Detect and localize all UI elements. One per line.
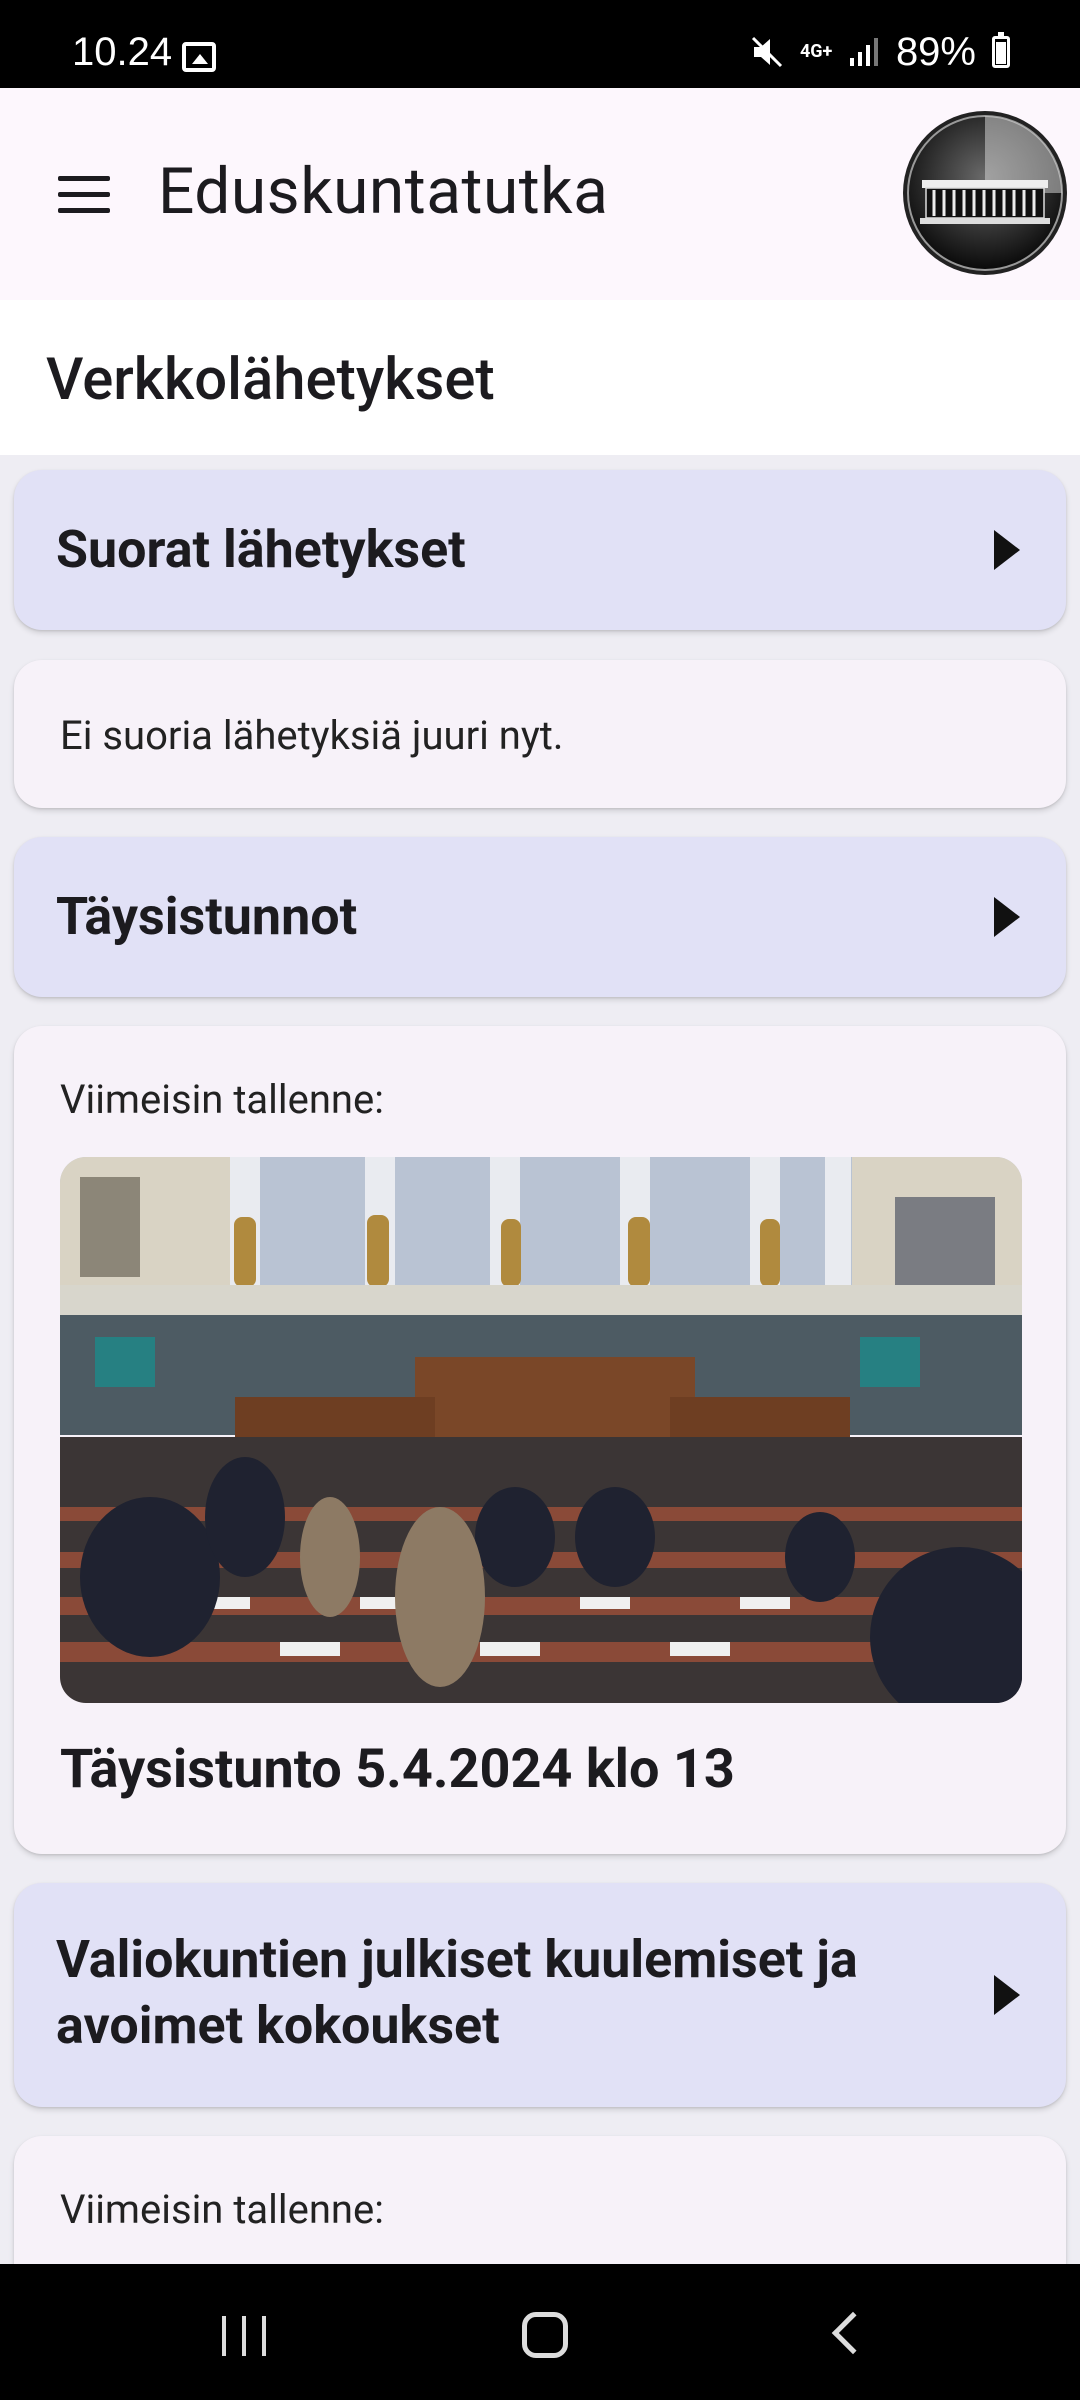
play-arrow-icon — [994, 897, 1020, 937]
recent-apps-icon[interactable] — [222, 2316, 266, 2356]
parliament-logo-icon[interactable] — [900, 108, 1070, 278]
hamburger-menu-icon[interactable] — [58, 176, 110, 213]
section-title-plenary: Täysistunnot — [56, 886, 358, 947]
back-icon[interactable] — [831, 2311, 875, 2355]
app-bar: Eduskuntatutka — [0, 88, 1080, 300]
battery-percentage: 89% — [895, 29, 976, 74]
recording-thumbnail[interactable] — [60, 1157, 1022, 1703]
section-header-live[interactable]: Suorat lähetykset — [14, 470, 1066, 630]
signal-strength-icon — [849, 38, 878, 66]
play-arrow-icon — [994, 1975, 1020, 2015]
latest-recording-label: Viimeisin tallenne: — [60, 2186, 384, 2233]
status-bar: 10.24 4G+ 89% — [0, 0, 1080, 88]
status-icons: 4G+ 89% — [750, 29, 1010, 74]
app-title: Eduskuntatutka — [158, 154, 609, 229]
battery-icon — [992, 32, 1010, 68]
section-header-committees[interactable]: Valiokuntien julkiset kuulemiset ja avoi… — [14, 1883, 1066, 2107]
page-title: Verkkolähetykset — [46, 346, 495, 414]
status-time: 10.24 — [72, 30, 173, 74]
gallery-notification-icon — [182, 42, 216, 72]
play-arrow-icon — [994, 530, 1020, 570]
home-icon[interactable] — [522, 2312, 568, 2358]
section-title-committees-line2: avoimet kokoukset — [56, 1995, 500, 2056]
latest-recording-label: Viimeisin tallenne: — [60, 1076, 384, 1123]
page-header: Verkkolähetykset — [0, 300, 1080, 455]
plenary-recording-card[interactable]: Viimeisin tallenne: Täysistunto 5.4.2024… — [14, 1026, 1066, 1854]
section-title-live: Suorat lähetykset — [56, 519, 466, 580]
recording-title[interactable]: Täysistunto 5.4.2024 klo 13 — [60, 1738, 735, 1801]
section-title-committees-line1: Valiokuntien julkiset kuulemiset ja — [56, 1929, 858, 1990]
mute-icon — [751, 36, 782, 68]
system-nav-bar — [0, 2264, 1080, 2400]
no-live-message: Ei suoria lähetyksiä juuri nyt. — [60, 712, 564, 759]
live-status-card: Ei suoria lähetyksiä juuri nyt. — [14, 660, 1066, 808]
network-type-icon: 4G+ — [799, 41, 833, 62]
section-header-plenary[interactable]: Täysistunnot — [14, 837, 1066, 997]
